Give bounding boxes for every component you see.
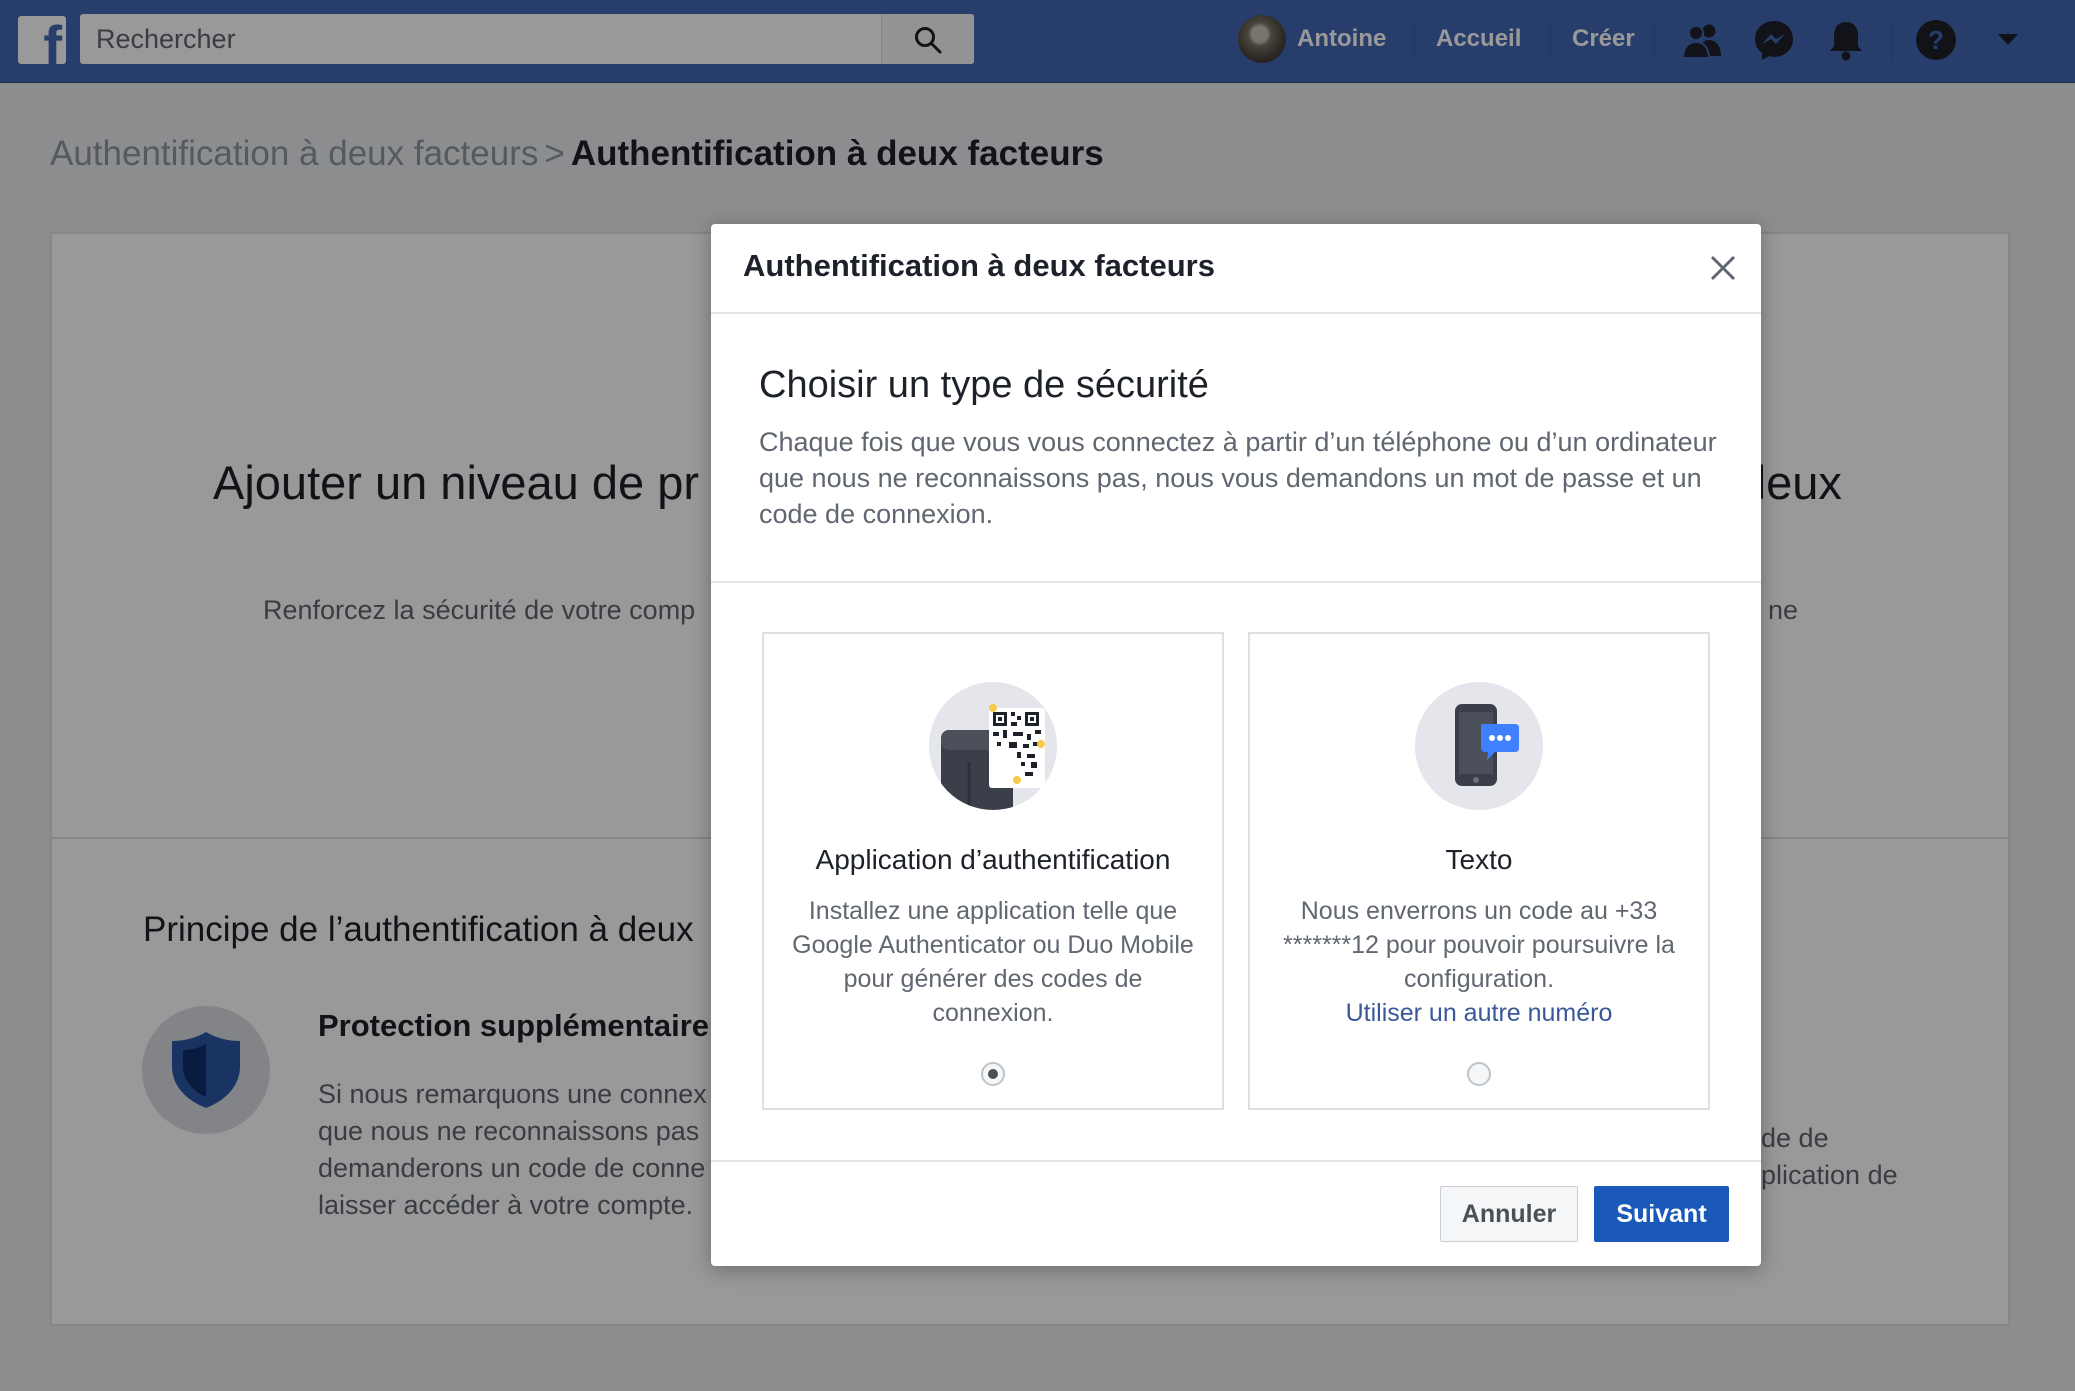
dialog-title: Authentification à deux facteurs: [743, 248, 1215, 283]
dialog-description: Chaque fois que vous vous connectez à pa…: [759, 427, 1717, 529]
dialog-heading: Choisir un type de sécurité: [759, 364, 1209, 406]
close-icon[interactable]: [1703, 248, 1743, 288]
option-title: Application d’authentification: [815, 844, 1171, 875]
option-text-message[interactable]: Texto Nous enverrons un code au +33 ****…: [1248, 632, 1710, 1110]
option-description-text: Nous enverrons un code au +33 *******12 …: [1283, 897, 1675, 993]
option-description: Nous enverrons un code au +33 *******12 …: [1270, 894, 1688, 1030]
next-button[interactable]: Suivant: [1594, 1186, 1729, 1242]
two-factor-dialog: Authentification à deux facteurs Choisir…: [711, 224, 1761, 1266]
text-message-icon: [1415, 682, 1543, 810]
option-authenticator-app[interactable]: Application d’authentification Installez…: [762, 632, 1224, 1110]
dialog-divider: [711, 581, 1761, 583]
authenticator-app-icon: [929, 682, 1057, 810]
use-other-number-link[interactable]: Utiliser un autre numéro: [1270, 996, 1688, 1030]
option-description: Installez une application telle que Goog…: [792, 897, 1194, 1027]
cancel-button[interactable]: Annuler: [1440, 1186, 1578, 1242]
radio-authenticator-app[interactable]: [981, 1062, 1005, 1086]
radio-text-message[interactable]: [1467, 1062, 1491, 1086]
option-title: Texto: [1445, 844, 1513, 875]
dialog-header: Authentification à deux facteurs: [711, 224, 1761, 314]
dialog-footer-divider: [711, 1160, 1761, 1162]
